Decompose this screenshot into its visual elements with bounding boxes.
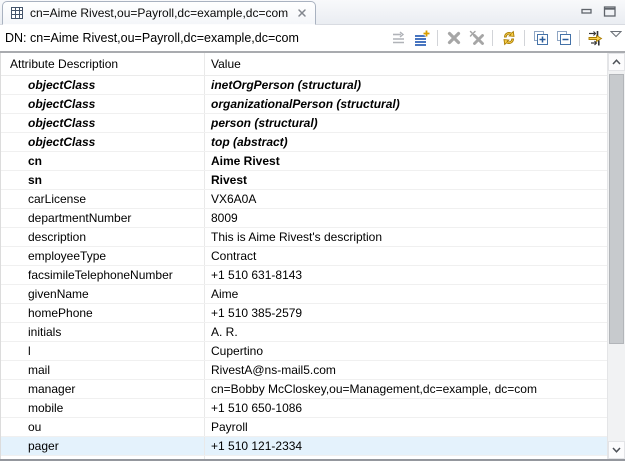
minimize-icon[interactable] [581, 6, 593, 18]
attribute-cell: objectClass [1, 114, 205, 132]
attribute-cell: description [1, 228, 205, 246]
attribute-cell: homePhone [1, 304, 205, 322]
table-row[interactable]: snRivest [1, 171, 607, 190]
table-row[interactable]: mailRivestA@ns-mail5.com [1, 361, 607, 380]
dn-label: DN: cn=Aime Rivest,ou=Payroll,dc=example… [5, 31, 299, 45]
table-row[interactable]: givenNameAime [1, 285, 607, 304]
attribute-cell: cn [1, 152, 205, 170]
table-header-row: Attribute Description Value [1, 53, 607, 76]
view-menu-icon[interactable] [610, 28, 622, 38]
attribute-cell: objectClass [1, 133, 205, 151]
toolbar-separator [492, 30, 493, 46]
attribute-cell: manager [1, 380, 205, 398]
value-cell: +1 510 631-8143 [205, 266, 607, 284]
entry-editor-content: Attribute Description Value objectClassi… [0, 53, 625, 461]
table-row[interactable]: cnAime Rivest [1, 152, 607, 171]
toolbar-separator [579, 30, 580, 46]
new-attribute-icon[interactable] [411, 28, 432, 49]
attribute-cell: carLicense [1, 190, 205, 208]
table-row[interactable]: facsimileTelephoneNumber+1 510 631-8143 [1, 266, 607, 285]
attribute-cell: pager [1, 437, 205, 455]
scrollbar-thumb[interactable] [609, 74, 624, 344]
scrollbar-track[interactable] [608, 71, 625, 441]
value-cell: Rivest [205, 171, 607, 189]
attributes-table: Attribute Description Value objectClassi… [0, 53, 607, 459]
value-cell: cn=Bobby McCloskey,ou=Management,dc=exam… [205, 380, 607, 398]
table-row[interactable]: descriptionThis is Aime Rivest's descrip… [1, 228, 607, 247]
table-row[interactable]: departmentNumber8009 [1, 209, 607, 228]
attribute-cell: objectClass [1, 76, 205, 94]
table-row[interactable]: initialsA. R. [1, 323, 607, 342]
attribute-cell: facsimileTelephoneNumber [1, 266, 205, 284]
value-cell: This is Aime Rivest's description [205, 228, 607, 246]
new-value-icon[interactable] [388, 28, 409, 49]
fetch-operational-attributes-icon[interactable] [585, 28, 606, 49]
table-body: objectClassinetOrgPerson (structural)obj… [1, 76, 607, 459]
value-cell: Cupertino [205, 342, 607, 360]
attribute-cell: l [1, 342, 205, 360]
attribute-cell: ou [1, 418, 205, 436]
attribute-cell: mail [1, 361, 205, 379]
table-row[interactable]: managercn=Bobby McCloskey,ou=Management,… [1, 380, 607, 399]
scroll-up-button[interactable] [608, 53, 625, 71]
table-row[interactable]: ouPayroll [1, 418, 607, 437]
editor-tab-bar: cn=Aime Rivest,ou=Payroll,dc=example,dc=… [0, 0, 625, 25]
scroll-down-button[interactable] [608, 441, 625, 459]
value-cell: 8009 [205, 209, 607, 227]
toolbar-separator [437, 30, 438, 46]
collapse-all-icon[interactable] [553, 28, 574, 49]
editor-tab-title: cn=Aime Rivest,ou=Payroll,dc=example,dc=… [30, 6, 288, 20]
value-cell: +1 510 385-2579 [205, 304, 607, 322]
value-cell: RivestA@ns-mail5.com [205, 361, 607, 379]
value-cell: VX6A0A [205, 190, 607, 208]
value-cell: organizationalPerson (structural) [205, 95, 607, 113]
entry-editor-window: cn=Aime Rivest,ou=Payroll,dc=example,dc=… [0, 0, 625, 461]
table-row[interactable]: postalAddressPayroll, Cupertino [1, 456, 607, 459]
attribute-cell: sn [1, 171, 205, 189]
entry-editor-icon [10, 6, 25, 20]
toolbar-separator [524, 30, 525, 46]
refresh-icon[interactable] [498, 28, 519, 49]
editor-tab[interactable]: cn=Aime Rivest,ou=Payroll,dc=example,dc=… [2, 1, 316, 25]
column-header-attribute-description[interactable]: Attribute Description [1, 53, 205, 75]
attribute-cell: objectClass [1, 95, 205, 113]
value-cell: Payroll [205, 418, 607, 436]
table-row[interactable]: objectClasstop (abstract) [1, 133, 607, 152]
table-row[interactable]: homePhone+1 510 385-2579 [1, 304, 607, 323]
view-window-controls [581, 5, 625, 24]
table-row[interactable]: mobile+1 510 650-1086 [1, 399, 607, 418]
value-cell: Payroll, Cupertino [205, 456, 607, 459]
delete-all-values-icon[interactable] [466, 28, 487, 49]
vertical-scrollbar[interactable] [607, 53, 625, 459]
table-row[interactable]: objectClassperson (structural) [1, 114, 607, 133]
value-cell: Aime [205, 285, 607, 303]
tab-close-icon[interactable] [297, 8, 307, 18]
attribute-cell: mobile [1, 399, 205, 417]
table-row[interactable]: objectClassinetOrgPerson (structural) [1, 76, 607, 95]
table-row[interactable]: pager+1 510 121-2334 [1, 437, 607, 456]
delete-value-icon[interactable] [443, 28, 464, 49]
column-header-value[interactable]: Value [205, 53, 607, 75]
value-cell: inetOrgPerson (structural) [205, 76, 607, 94]
attribute-cell: departmentNumber [1, 209, 205, 227]
value-cell: +1 510 121-2334 [205, 437, 607, 455]
attribute-cell: givenName [1, 285, 205, 303]
expand-all-icon[interactable] [530, 28, 551, 49]
table-row[interactable]: lCupertino [1, 342, 607, 361]
value-cell: Contract [205, 247, 607, 265]
value-cell: Aime Rivest [205, 152, 607, 170]
table-row[interactable]: employeeTypeContract [1, 247, 607, 266]
attribute-cell: initials [1, 323, 205, 341]
dn-bar: DN: cn=Aime Rivest,ou=Payroll,dc=example… [0, 25, 625, 53]
attribute-cell: employeeType [1, 247, 205, 265]
attribute-cell: postalAddress [1, 456, 205, 459]
value-cell: top (abstract) [205, 133, 607, 151]
table-row[interactable]: carLicenseVX6A0A [1, 190, 607, 209]
value-cell: +1 510 650-1086 [205, 399, 607, 417]
entry-editor-toolbar [388, 28, 625, 49]
maximize-icon[interactable] [603, 5, 617, 18]
value-cell: A. R. [205, 323, 607, 341]
value-cell: person (structural) [205, 114, 607, 132]
table-row[interactable]: objectClassorganizationalPerson (structu… [1, 95, 607, 114]
